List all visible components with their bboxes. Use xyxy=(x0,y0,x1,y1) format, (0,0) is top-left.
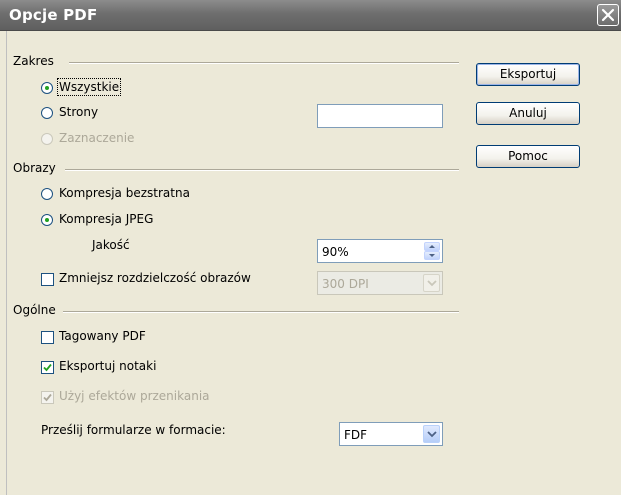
radio-selection-label: Zaznaczenie xyxy=(59,131,135,145)
range-section-label: Zakres xyxy=(13,54,54,68)
resolution-dropdown[interactable]: 300 DPI xyxy=(317,271,443,295)
radio-all-label[interactable]: Wszystkie xyxy=(56,78,122,96)
quality-spinbox[interactable]: 90% xyxy=(317,239,443,263)
reduce-resolution-label[interactable]: Zmniejsz rozdzielczość obrazów xyxy=(59,271,251,285)
close-button[interactable] xyxy=(597,4,619,26)
title-bar[interactable]: Opcje PDF xyxy=(0,0,621,31)
form-format-dropdown[interactable]: FDF xyxy=(339,422,443,446)
arrow-up-icon xyxy=(429,245,435,248)
general-separator xyxy=(63,311,459,313)
dialog-body: Zakres Wszystkie Strony Zaznaczenie Obra… xyxy=(6,31,621,495)
radio-lossless-label[interactable]: Kompresja bezstratna xyxy=(59,186,190,200)
chevron-down-icon xyxy=(427,280,437,287)
checkmark-icon xyxy=(43,363,52,372)
reduce-resolution-checkbox[interactable] xyxy=(41,273,54,286)
radio-pages-label[interactable]: Strony xyxy=(59,105,98,119)
spin-up-button[interactable] xyxy=(424,242,440,251)
radio-jpeg[interactable] xyxy=(41,214,53,226)
radio-selection[interactable] xyxy=(41,133,53,145)
pages-input[interactable] xyxy=(317,104,443,128)
transitions-label: Użyj efektów przenikania xyxy=(59,389,210,403)
export-notes-checkbox[interactable] xyxy=(41,361,54,374)
radio-lossless[interactable] xyxy=(41,188,53,200)
radio-pages[interactable] xyxy=(41,107,53,119)
resolution-dropdown-button[interactable] xyxy=(423,274,440,292)
radio-jpeg-label[interactable]: Kompresja JPEG xyxy=(59,212,153,226)
window-title: Opcje PDF xyxy=(9,6,98,24)
transitions-checkbox[interactable] xyxy=(41,391,54,404)
quality-label: Jakość xyxy=(92,238,130,252)
range-separator xyxy=(69,62,459,64)
export-button[interactable]: Eksportuj xyxy=(476,63,580,86)
images-separator xyxy=(65,169,459,171)
images-section-label: Obrazy xyxy=(13,161,56,175)
export-notes-label[interactable]: Eksportuj notaki xyxy=(59,359,156,373)
cancel-button[interactable]: Anuluj xyxy=(476,102,580,125)
form-format-dropdown-button[interactable] xyxy=(423,425,440,443)
help-button[interactable]: Pomoc xyxy=(476,145,580,168)
radio-all[interactable] xyxy=(41,82,53,94)
arrow-down-icon xyxy=(429,254,435,257)
tagged-pdf-label[interactable]: Tagowany PDF xyxy=(59,329,146,343)
form-format-label: Prześlij formularze w formacie: xyxy=(41,423,226,437)
tagged-pdf-checkbox[interactable] xyxy=(41,331,54,344)
spin-down-button[interactable] xyxy=(424,251,440,260)
quality-spinner[interactable] xyxy=(424,242,440,260)
general-section-label: Ogólne xyxy=(13,303,56,317)
checkmark-icon xyxy=(43,393,52,402)
chevron-down-icon xyxy=(427,431,437,438)
close-icon xyxy=(601,8,615,22)
